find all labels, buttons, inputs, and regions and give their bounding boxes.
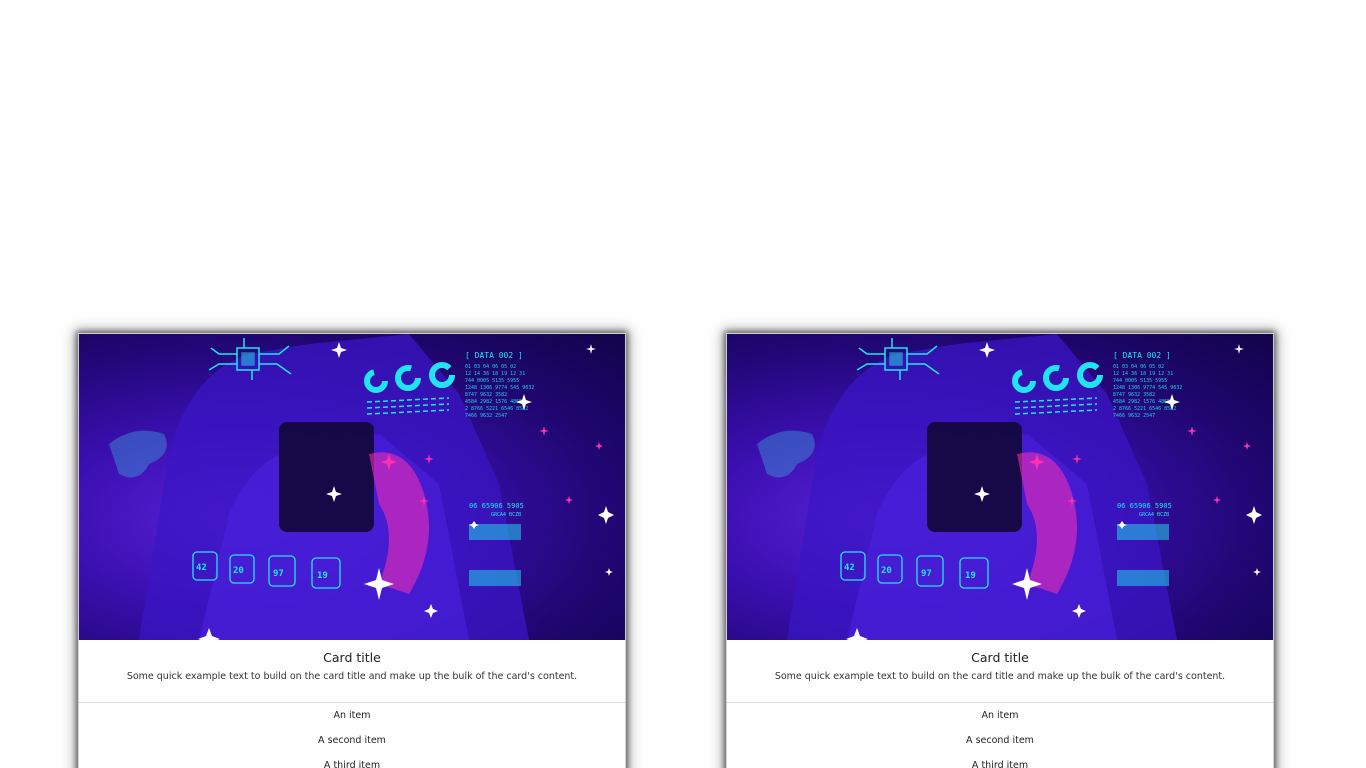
svg-text:8747 9632 3582: 8747 9632 3582 <box>465 392 507 398</box>
svg-text:20: 20 <box>233 566 244 576</box>
svg-text:42: 42 <box>844 563 855 573</box>
card-body: Card title Some quick example text to bu… <box>727 640 1273 703</box>
svg-text:4584 2982 1576 4865: 4584 2982 1576 4865 <box>465 399 522 405</box>
svg-text:20: 20 <box>881 566 892 576</box>
card-text: Some quick example text to build on the … <box>774 671 1226 682</box>
svg-text:19: 19 <box>965 571 976 581</box>
list-item: A third item <box>971 760 1029 768</box>
svg-text:06 65906 5905: 06 65906 5905 <box>1117 502 1172 510</box>
card-right: [ DATA 002 ] 01 03 04 06 05 02 12 14 36 … <box>726 333 1274 768</box>
list-item: A third item <box>323 760 381 768</box>
svg-text:4584 2982 1576 4865: 4584 2982 1576 4865 <box>1113 399 1170 405</box>
card-image: [ DATA 002 ] 01 03 04 06 05 02 12 14 36 … <box>79 334 625 640</box>
card-left: [ DATA 002 ] 01 03 04 06 05 02 12 14 36 … <box>78 333 626 768</box>
svg-text:7466 9632 2547: 7466 9632 2547 <box>465 413 507 419</box>
card-image: [ DATA 002 ] 01 03 04 06 05 02 12 14 36 … <box>727 334 1273 640</box>
svg-text:01 03 04 06 05 02: 01 03 04 06 05 02 <box>465 364 516 370</box>
svg-text:12 14 36 18 19 12 31: 12 14 36 18 19 12 31 <box>465 371 525 377</box>
svg-text:12 14 36 18 19 12 31: 12 14 36 18 19 12 31 <box>1113 371 1173 377</box>
svg-text:8747 9632 3582: 8747 9632 3582 <box>1113 392 1155 398</box>
list-item: An item <box>981 710 1019 721</box>
tech-hologram-image: [ DATA 002 ] 01 03 04 06 05 02 12 14 36 … <box>757 334 1262 640</box>
list-item: A second item <box>966 735 1034 746</box>
svg-text:744 0005 5135 5955: 744 0005 5135 5955 <box>1113 378 1167 384</box>
svg-text:744 0005 5135 5955: 744 0005 5135 5955 <box>465 378 519 384</box>
svg-text:97: 97 <box>921 569 932 579</box>
svg-text:2 8766 5221 6546 8582: 2 8766 5221 6546 8582 <box>465 406 528 412</box>
card-list: An item A second item A third item <box>727 703 1273 768</box>
list-item: A second item <box>318 735 386 746</box>
svg-text:97: 97 <box>273 569 284 579</box>
svg-text:42: 42 <box>196 563 207 573</box>
svg-text:2 8766 5221 6546 8582: 2 8766 5221 6546 8582 <box>1113 406 1176 412</box>
card-text: Some quick example text to build on the … <box>126 671 578 682</box>
svg-text:GRCA4 BCZB: GRCA4 BCZB <box>491 512 521 518</box>
svg-text:7466 9632 2547: 7466 9632 2547 <box>1113 413 1155 419</box>
card-title: Card title <box>323 650 381 665</box>
card-list: An item A second item A third item <box>79 703 625 768</box>
tech-hologram-image: [ DATA 002 ] 01 03 04 06 05 02 12 14 36 … <box>109 334 614 640</box>
svg-text:01 03 04 06 05 02: 01 03 04 06 05 02 <box>1113 364 1164 370</box>
svg-text:1248 1306 9774 545 9032: 1248 1306 9774 545 9032 <box>465 385 534 391</box>
svg-text:[ DATA 002 ]: [ DATA 002 ] <box>1113 351 1171 360</box>
list-item: An item <box>333 710 371 721</box>
page: [ DATA 002 ] 01 03 04 06 05 02 12 14 36 … <box>0 0 1366 768</box>
svg-text:1248 1306 9774 545 9032: 1248 1306 9774 545 9032 <box>1113 385 1182 391</box>
card-body: Card title Some quick example text to bu… <box>79 640 625 703</box>
card-title: Card title <box>971 650 1029 665</box>
svg-text:[ DATA 002 ]: [ DATA 002 ] <box>465 351 523 360</box>
svg-text:GRCA4 BCZB: GRCA4 BCZB <box>1139 512 1169 518</box>
svg-text:06 65906 5905: 06 65906 5905 <box>469 502 524 510</box>
svg-text:19: 19 <box>317 571 328 581</box>
